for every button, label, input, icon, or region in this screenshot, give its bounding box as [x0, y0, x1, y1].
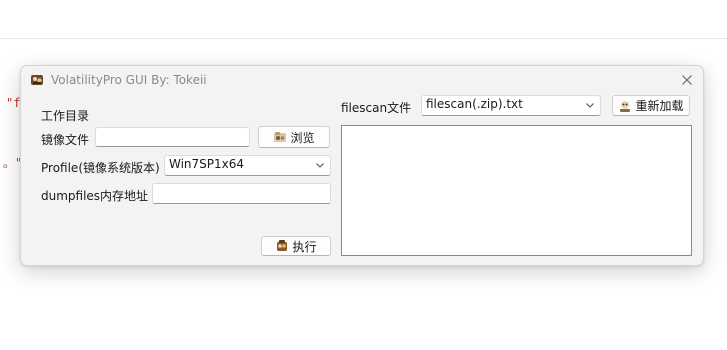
reload-button-label: 重新加载 [635, 99, 684, 113]
filescan-label: filescan文件 [341, 101, 412, 115]
close-icon[interactable] [679, 72, 695, 88]
reload-button[interactable]: 重新加载 [612, 95, 690, 116]
app-logo-icon [31, 75, 43, 85]
profile-select[interactable]: Win7SP1x64 [164, 155, 331, 176]
filescan-select[interactable]: filescan(.zip).txt [421, 95, 601, 116]
chevron-down-icon [586, 103, 594, 108]
execute-button-label: 执行 [292, 239, 317, 254]
app-window: VolatilityPro GUI By: Tokeii 工作目录 镜像文件 浏… [20, 65, 704, 266]
dumpfiles-address-input[interactable] [152, 183, 331, 204]
image-file-label: 镜像文件 [41, 133, 90, 147]
browse-button[interactable]: 浏览 [258, 126, 330, 148]
filescan-selected-value: filescan(.zip).txt [426, 97, 523, 111]
dumpfiles-label: dumpfiles内存地址 [41, 189, 149, 203]
profile-selected-value: Win7SP1x64 [169, 157, 245, 171]
execute-button[interactable]: 执行 [261, 236, 331, 256]
browse-icon [274, 132, 287, 142]
work-directory-label: 工作目录 [41, 109, 90, 123]
execute-icon [277, 240, 288, 251]
browse-button-label: 浏览 [290, 130, 315, 145]
window-title: VolatilityPro GUI By: Tokeii [51, 73, 207, 87]
profile-label: Profile(镜像系统版本) [41, 161, 160, 175]
chevron-down-icon [316, 163, 324, 168]
background-code-fragment: "f [6, 96, 21, 110]
filescan-output-list[interactable] [341, 125, 692, 256]
background-divider [0, 38, 727, 39]
title-bar[interactable]: VolatilityPro GUI By: Tokeii [21, 66, 703, 94]
reload-icon [620, 100, 631, 112]
image-file-input[interactable] [95, 127, 250, 147]
